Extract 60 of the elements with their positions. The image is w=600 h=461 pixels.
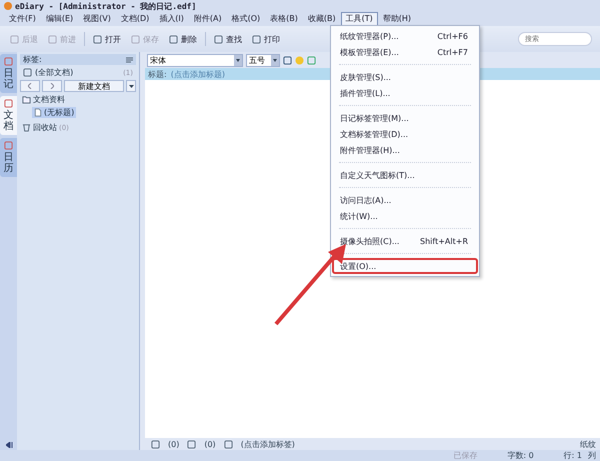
- side-tab[interactable]: 文档: [0, 96, 17, 135]
- dropdown-item[interactable]: 插件管理(L)...: [332, 85, 478, 101]
- back-button[interactable]: [20, 80, 40, 92]
- menu-item[interactable]: 文档(D): [116, 12, 154, 26]
- menu-item[interactable]: 附件(A): [188, 12, 227, 26]
- caret-icon: [128, 84, 134, 88]
- menu-item[interactable]: 收藏(B): [302, 12, 341, 26]
- chevron-left-icon: [28, 83, 32, 89]
- dropdown-button[interactable]: [126, 80, 136, 92]
- dropdown-item[interactable]: 摄像头拍照(C)... Shift+Alt+R: [332, 233, 478, 249]
- new-document-button[interactable]: 新建文档: [64, 80, 124, 92]
- dropdown-item[interactable]: 模板管理器(E)... Ctrl+F7: [332, 44, 478, 60]
- toolbar-button[interactable]: 删除: [167, 34, 199, 44]
- title-label: 标题:: [148, 68, 167, 80]
- side-tab[interactable]: 日记: [0, 54, 17, 93]
- collapse-arrow-icon[interactable]: [6, 442, 14, 448]
- menu-item[interactable]: 格式(O): [226, 12, 266, 26]
- caret-icon: [271, 54, 279, 66]
- menu-item[interactable]: 帮助(H): [378, 12, 416, 26]
- tree-item[interactable]: (无标题): [32, 107, 76, 118]
- tree-item[interactable]: 文档资料: [20, 94, 67, 105]
- page-icon: [34, 108, 42, 117]
- dropdown-item[interactable]: 文档标签管理(D)...: [332, 126, 478, 142]
- chevron-right-icon: [50, 83, 54, 89]
- app-logo-icon: [4, 2, 12, 10]
- attachment-count: (0): [168, 440, 180, 448]
- caret-icon: [234, 54, 242, 66]
- menu-item[interactable]: 文件(F): [4, 12, 41, 26]
- dropdown-item[interactable]: 皮肤管理(S)...: [332, 69, 478, 85]
- dropdown-item[interactable]: 纸纹管理器(P)... Ctrl+F6: [332, 28, 478, 44]
- add-tag-link[interactable]: (点击添加标签): [240, 438, 295, 450]
- column-number: 列: [588, 450, 596, 461]
- menu-item[interactable]: 插入(I): [154, 12, 189, 26]
- word-count: 字数: 0: [507, 450, 534, 461]
- dropdown-item[interactable]: 统计(W)...: [332, 208, 478, 224]
- menu-item[interactable]: 表格(B): [265, 12, 303, 26]
- font-select[interactable]: 宋体: [147, 54, 243, 66]
- toolbar-button[interactable]: 打印: [250, 34, 282, 44]
- menu-item[interactable]: 工具(T): [340, 12, 378, 26]
- menu-icon[interactable]: [126, 56, 133, 62]
- panel-header: 标签:: [20, 54, 136, 65]
- dropdown-item[interactable]: 设置(O)...: [332, 258, 478, 274]
- dropdown-item[interactable]: 访问日志(A)...: [332, 192, 478, 208]
- dropdown-item[interactable]: 日记标签管理(M)...: [332, 110, 478, 126]
- paper-button[interactable]: 纸纹: [580, 438, 600, 450]
- comment-count: (0): [204, 440, 216, 448]
- size-select[interactable]: 五号: [246, 54, 280, 66]
- dropdown-item[interactable]: 附件管理器(H)...: [332, 142, 478, 158]
- menu-item[interactable]: 编辑(E): [40, 12, 78, 26]
- all-documents-item[interactable]: (全部文档): [35, 67, 74, 78]
- side-tab[interactable]: 日历: [0, 138, 17, 177]
- saved-status: 已保存: [453, 450, 478, 461]
- toolbar-button[interactable]: 打开: [91, 34, 123, 44]
- trash-icon: [22, 123, 31, 132]
- window-title: eDiary - [Administrator - 我的日记.edf]: [0, 0, 600, 12]
- menu-item[interactable]: 视图(V): [78, 12, 116, 26]
- dropdown-item[interactable]: 自定义天气图标(T)...: [332, 167, 478, 183]
- forward-button[interactable]: [42, 80, 62, 92]
- toolbar-button[interactable]: 查找: [212, 34, 244, 44]
- line-number: 行: 1: [564, 450, 582, 461]
